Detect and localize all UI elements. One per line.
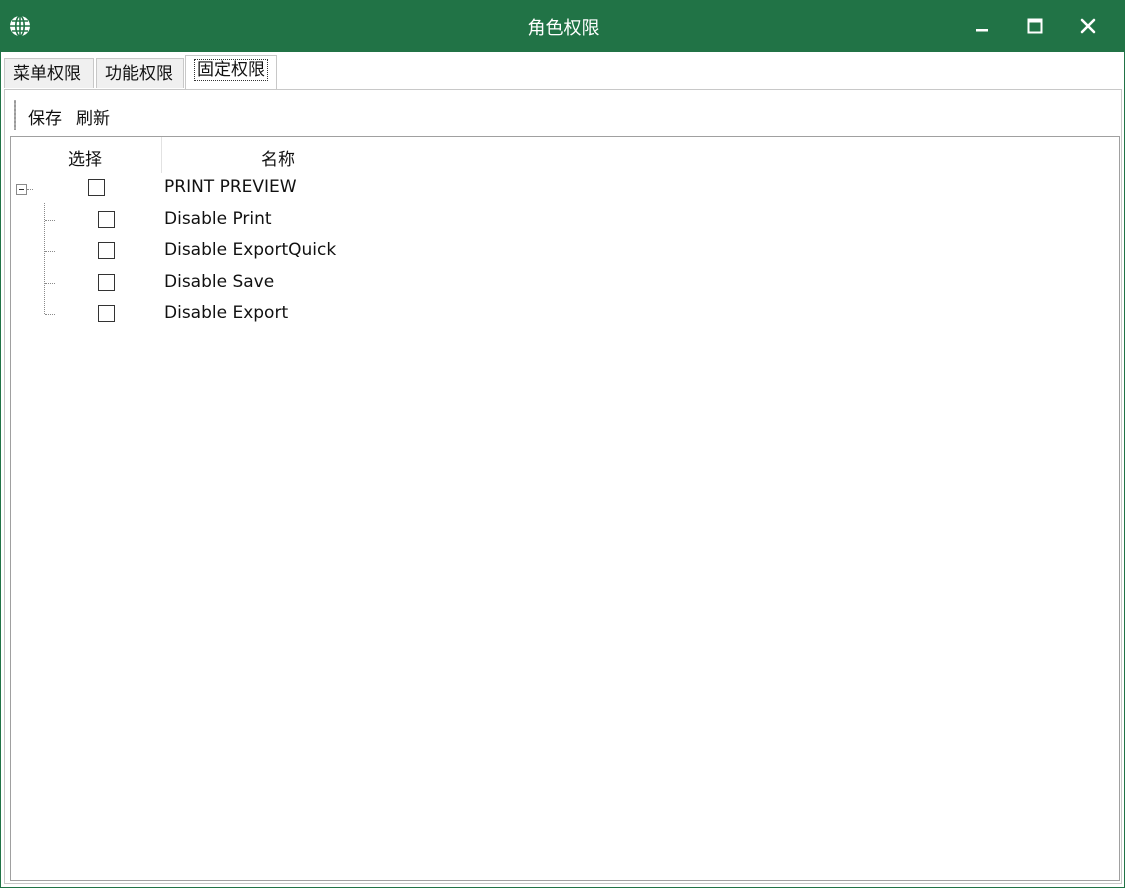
tree-node-disable-print[interactable]: Disable Print xyxy=(11,205,1119,236)
title-bar[interactable]: 角色权限 xyxy=(1,0,1125,52)
maximize-button[interactable] xyxy=(1009,0,1061,52)
tab-fixed-permissions[interactable]: 固定权限 xyxy=(185,55,277,89)
tree-connector-line xyxy=(27,189,33,190)
maximize-icon xyxy=(1027,18,1043,34)
close-button[interactable] xyxy=(1062,0,1114,52)
tree-connector-line xyxy=(45,314,55,315)
node-label: PRINT PREVIEW xyxy=(164,177,297,197)
checkbox[interactable] xyxy=(98,305,115,322)
tree-connector-line xyxy=(45,251,55,252)
tree-header: 选择 名称 xyxy=(11,137,1119,173)
tab-strip: 菜单权限 功能权限 固定权限 xyxy=(4,55,1122,89)
tree-node-disable-export[interactable]: Disable Export xyxy=(11,299,1119,330)
tab-label: 固定权限 xyxy=(194,59,268,81)
checkbox[interactable] xyxy=(98,242,115,259)
toolbar-grip[interactable] xyxy=(14,100,16,130)
tab-function-permissions[interactable]: 功能权限 xyxy=(96,58,184,88)
tree-node-disable-exportquick[interactable]: Disable ExportQuick xyxy=(11,236,1119,267)
fixed-permissions-panel: 保存 刷新 选择 名称 PRINT PREVIEW Disable Print xyxy=(4,89,1122,884)
node-label: Disable Export xyxy=(164,303,289,323)
node-label: Disable ExportQuick xyxy=(164,240,337,260)
tab-label: 菜单权限 xyxy=(13,64,81,84)
checkbox[interactable] xyxy=(88,179,105,196)
collapse-icon[interactable] xyxy=(16,184,27,195)
checkbox[interactable] xyxy=(98,211,115,228)
node-label: Disable Print xyxy=(164,209,272,229)
tree-node-print-preview[interactable]: PRINT PREVIEW xyxy=(11,173,1119,204)
column-header-select[interactable]: 选择 xyxy=(68,145,102,170)
tab-label: 功能权限 xyxy=(105,64,173,84)
minimize-icon xyxy=(976,29,988,32)
node-label: Disable Save xyxy=(164,272,275,292)
close-icon xyxy=(1080,18,1096,34)
tab-menu-permissions[interactable]: 菜单权限 xyxy=(4,58,94,88)
column-header-name[interactable]: 名称 xyxy=(261,145,295,170)
column-divider[interactable] xyxy=(161,137,162,173)
permission-tree[interactable]: 选择 名称 PRINT PREVIEW Disable Print Disabl… xyxy=(10,136,1120,881)
globe-icon xyxy=(8,14,32,38)
tree-node-disable-save[interactable]: Disable Save xyxy=(11,268,1119,299)
refresh-button[interactable]: 刷新 xyxy=(76,104,110,129)
save-button[interactable]: 保存 xyxy=(28,104,62,129)
minimize-button[interactable] xyxy=(956,0,1008,52)
tree-connector-line xyxy=(45,283,55,284)
checkbox[interactable] xyxy=(98,274,115,291)
role-permissions-window: 角色权限 菜单权限 功能权限 固定权限 保存 刷新 选择 名称 PRINT PR… xyxy=(0,0,1125,888)
tree-connector-line xyxy=(45,220,55,221)
toolbar: 保存 刷新 xyxy=(5,90,1121,136)
